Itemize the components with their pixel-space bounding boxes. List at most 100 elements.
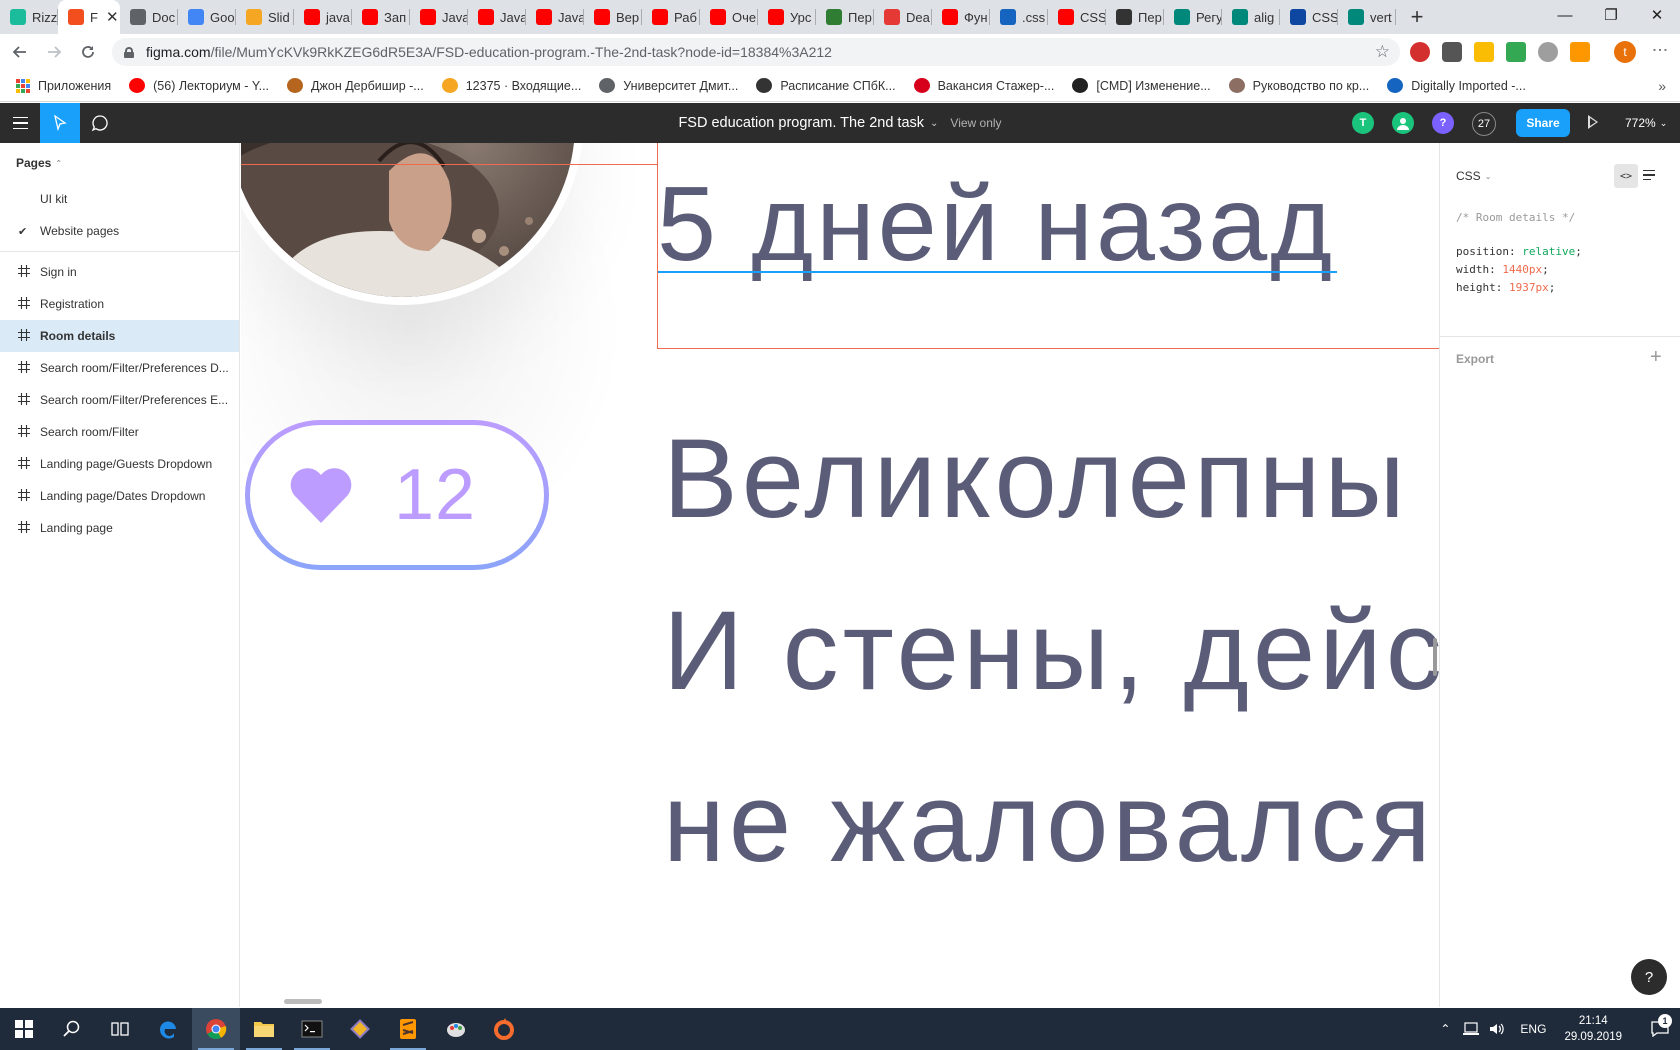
like-button[interactable]: 12 (245, 420, 549, 570)
sublime-app-icon[interactable] (384, 1008, 432, 1050)
close-window-button[interactable]: ✕ (1634, 0, 1680, 30)
profile-avatar[interactable]: t (1614, 41, 1636, 63)
review-text-line[interactable]: не жаловался (663, 767, 1435, 879)
frame-layer-item[interactable]: Room details (0, 320, 239, 352)
frame-layer-item[interactable]: Sign in (0, 256, 239, 288)
browser-tab[interactable]: Раб (642, 0, 700, 34)
search-button[interactable] (48, 1008, 96, 1050)
bookmark-item[interactable]: Руководство по кр... (1228, 78, 1369, 93)
bookmark-item[interactable]: [CMD] Изменение... (1072, 78, 1211, 93)
browser-tab[interactable]: Регу (1164, 0, 1222, 34)
browser-tab[interactable]: Урс (758, 0, 816, 34)
input-language[interactable]: ENG (1520, 1022, 1546, 1036)
collaborator-avatar[interactable]: T (1352, 112, 1374, 134)
present-play-icon[interactable] (1588, 115, 1598, 129)
frame-layer-item[interactable]: Landing page/Guests Dropdown (0, 448, 239, 480)
bookmark-item[interactable]: (56) Лекториум - Y... (129, 78, 269, 93)
reload-button[interactable] (74, 38, 102, 66)
bookmark-item[interactable]: Университет Дмит... (599, 78, 738, 93)
network-icon[interactable] (1462, 1022, 1480, 1036)
vertical-scrollbar[interactable] (1433, 638, 1437, 676)
list-view-button[interactable] (1643, 166, 1661, 184)
terminal-app-icon[interactable] (288, 1008, 336, 1050)
task-view-button[interactable] (96, 1008, 144, 1050)
origin-app-icon[interactable] (480, 1008, 528, 1050)
start-button[interactable] (0, 1008, 48, 1050)
browser-tab[interactable]: Java (468, 0, 526, 34)
browser-tab[interactable]: Оче (700, 0, 758, 34)
browser-tab[interactable]: Вер (584, 0, 642, 34)
frame-layer-item[interactable]: Search room/Filter (0, 416, 239, 448)
bookmark-item[interactable]: Приложения (16, 78, 111, 93)
zoom-dropdown[interactable]: 772% ⌄ (1625, 103, 1667, 143)
minimize-button[interactable]: — (1542, 0, 1588, 30)
file-title[interactable]: FSD education program. The 2nd task (678, 115, 924, 131)
browser-tab[interactable]: Java (410, 0, 468, 34)
comment-tool-button[interactable] (80, 103, 120, 143)
css-code-block[interactable]: /* Room details */ position: relative; w… (1456, 209, 1582, 297)
help-button[interactable]: ? (1631, 959, 1667, 995)
new-tab-button[interactable]: + (1402, 0, 1432, 34)
browser-tab[interactable]: Java (526, 0, 584, 34)
frame-layer-item[interactable]: Search room/Filter/Preferences E... (0, 384, 239, 416)
design-canvas[interactable]: 5 дней назад 12 Великолепны И стены, дей… (241, 143, 1439, 1007)
browser-tab[interactable]: Rizz (0, 0, 58, 34)
clock[interactable]: 21:14 29.09.2019 (1564, 1013, 1622, 1045)
browser-tab[interactable]: alig (1222, 0, 1280, 34)
browser-tab[interactable]: Goo (178, 0, 236, 34)
browser-tab[interactable]: Dea (874, 0, 932, 34)
review-text-line[interactable]: Великолепны (663, 423, 1409, 535)
adblock-extension-icon[interactable] (1410, 42, 1430, 62)
file-explorer-app-icon[interactable] (240, 1008, 288, 1050)
address-bar[interactable]: figma.com/file/MumYcKVk9RkKZEG6dR5E3A/FS… (112, 38, 1400, 66)
more-menu-icon[interactable]: ⋮ (1650, 42, 1669, 57)
pages-header[interactable]: Pages ⌃ (0, 143, 239, 183)
bookmark-item[interactable]: Джон Дербишир -... (287, 78, 424, 93)
extension-icon[interactable] (1538, 42, 1558, 62)
bookmark-item[interactable]: 12375 · Входящие... (441, 78, 581, 93)
restore-button[interactable]: ❐ (1588, 0, 1634, 30)
page-item[interactable]: UI kit (0, 183, 239, 215)
viewer-count[interactable]: 27 (1472, 112, 1496, 136)
review-date[interactable]: 5 дней назад (657, 171, 1335, 277)
chevron-down-icon[interactable]: ⌄ (930, 118, 938, 129)
page-item[interactable]: ✔ Website pages (0, 215, 239, 247)
forward-button[interactable] (40, 38, 68, 66)
collaborator-avatar[interactable] (1392, 112, 1414, 134)
share-button[interactable]: Share (1516, 109, 1570, 137)
move-tool-button[interactable] (40, 103, 80, 143)
frame-layer-item[interactable]: Search room/Filter/Preferences D... (0, 352, 239, 384)
back-button[interactable] (6, 38, 34, 66)
main-menu-button[interactable] (0, 103, 40, 143)
browser-tab[interactable]: CSS (1048, 0, 1106, 34)
git-app-icon[interactable] (336, 1008, 384, 1050)
volume-icon[interactable] (1488, 1022, 1506, 1036)
horizontal-scrollbar[interactable] (284, 999, 322, 1004)
add-export-button[interactable]: + (1650, 346, 1662, 369)
browser-tab[interactable]: Пер (1106, 0, 1164, 34)
browser-tab[interactable]: CSS (1280, 0, 1338, 34)
browser-tab[interactable]: java (294, 0, 352, 34)
browser-tab[interactable]: Doc (120, 0, 178, 34)
chrome-app-icon[interactable] (192, 1008, 240, 1050)
browser-tab[interactable]: Slid (236, 0, 294, 34)
browser-tab-active[interactable]: F ✕ (58, 0, 120, 34)
frame-layer-item[interactable]: Landing page/Dates Dropdown (0, 480, 239, 512)
browser-tab[interactable]: Зап (352, 0, 410, 34)
review-text-line[interactable]: И стены, дейс (663, 595, 1439, 707)
paint-app-icon[interactable] (432, 1008, 480, 1050)
browser-tab[interactable]: vert (1338, 0, 1396, 34)
code-format-dropdown[interactable]: CSS ⌄ (1456, 169, 1491, 183)
collaborator-avatar[interactable]: ? (1432, 112, 1454, 134)
bookmarks-overflow-button[interactable]: » (1658, 78, 1666, 94)
extension-icon[interactable] (1474, 42, 1494, 62)
browser-tab[interactable]: .css (990, 0, 1048, 34)
edge-app-icon[interactable] (144, 1008, 192, 1050)
extension-icon[interactable] (1442, 42, 1462, 62)
close-tab-icon[interactable]: ✕ (106, 8, 119, 26)
browser-tab[interactable]: Пер (816, 0, 874, 34)
browser-tab[interactable]: Фун (932, 0, 990, 34)
action-center-button[interactable]: 1 (1640, 1008, 1680, 1050)
code-view-button[interactable]: <> (1614, 164, 1638, 188)
bookmark-item[interactable]: Вакансия Стажер-... (913, 78, 1054, 93)
